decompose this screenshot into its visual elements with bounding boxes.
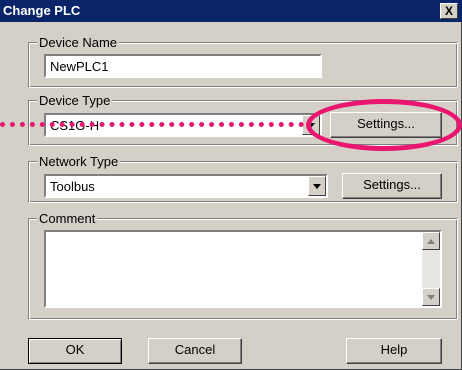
help-button-label: Help bbox=[380, 342, 408, 357]
annotation-highlight-ellipse bbox=[306, 99, 462, 151]
network-type-settings-button[interactable]: Settings... bbox=[342, 173, 442, 199]
network-type-select[interactable]: Toolbus bbox=[44, 174, 328, 198]
cancel-button[interactable]: Cancel bbox=[148, 338, 242, 364]
device-type-label: Device Type bbox=[37, 93, 113, 108]
network-type-settings-label: Settings... bbox=[363, 177, 421, 192]
close-icon: X bbox=[444, 4, 453, 18]
arrow-up-icon bbox=[427, 239, 435, 244]
cancel-button-label: Cancel bbox=[174, 342, 216, 357]
device-name-input[interactable]: NewPLC1 bbox=[44, 54, 322, 78]
network-type-dropdown-button[interactable] bbox=[308, 176, 326, 196]
close-button[interactable]: X bbox=[440, 3, 458, 19]
chevron-down-icon bbox=[313, 184, 321, 189]
device-name-value: NewPLC1 bbox=[50, 59, 109, 74]
device-name-label: Device Name bbox=[37, 35, 120, 50]
arrow-down-icon bbox=[427, 295, 435, 300]
annotation-dotted-line bbox=[0, 122, 304, 127]
network-type-value: Toolbus bbox=[50, 179, 95, 194]
comment-textarea[interactable] bbox=[44, 230, 442, 308]
ok-button[interactable]: OK bbox=[28, 338, 122, 364]
change-plc-dialog: Change PLC X Device Name NewPLC1 Device … bbox=[0, 0, 462, 370]
ok-button-label: OK bbox=[65, 342, 85, 357]
dialog-title: Change PLC bbox=[3, 3, 81, 18]
network-type-label: Network Type bbox=[37, 154, 121, 169]
help-button[interactable]: Help bbox=[346, 338, 442, 364]
comment-label: Comment bbox=[37, 211, 98, 226]
title-bar[interactable]: Change PLC X bbox=[0, 0, 462, 22]
scroll-up-button[interactable] bbox=[422, 232, 440, 250]
scroll-down-button[interactable] bbox=[422, 288, 440, 306]
comment-scrollbar[interactable] bbox=[422, 232, 440, 306]
